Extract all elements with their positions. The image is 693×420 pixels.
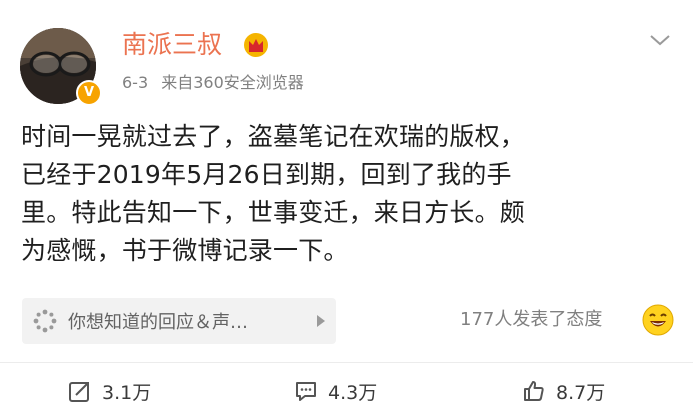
content-line: 为感慨，书于微博记录一下。 — [21, 236, 349, 265]
repost-count: 3.1万 — [102, 381, 152, 404]
attitude-summary[interactable]: 177人发表了态度 — [460, 308, 602, 332]
reaction-prompt-text: 你想知道的回应＆声… — [68, 312, 248, 333]
comment-button[interactable]: 4.3万 — [294, 374, 377, 408]
crown-icon — [244, 33, 268, 57]
like-button[interactable]: 8.7万 — [522, 374, 605, 408]
repost-icon — [69, 382, 89, 402]
content-line: 已经于2019年5月26日到期，回到了我的手 — [21, 160, 512, 189]
reaction-prompt-button[interactable]: 你想知道的回应＆声… — [22, 298, 336, 344]
content-line: 时间一晃就过去了，盗墓笔记在欢瑞的版权， — [21, 122, 526, 151]
post-date: 6-3 — [122, 73, 149, 92]
sparkle-icon — [33, 309, 57, 333]
post-content: 时间一晃就过去了，盗墓笔记在欢瑞的版权， 已经于2019年5月26日到期，回到了… — [21, 118, 681, 270]
repost-button[interactable]: 3.1万 — [68, 374, 151, 408]
verified-badge: V — [76, 80, 102, 106]
like-icon — [524, 381, 544, 401]
content-line: 里。特此告知一下，世事变迁，来日方长。颇 — [21, 198, 526, 227]
smiley-emoji-icon[interactable] — [642, 304, 674, 336]
play-arrow-icon — [317, 315, 325, 327]
username[interactable]: 南派三叔 — [122, 29, 222, 61]
post-meta: 6-3 来自360安全浏览器 — [122, 72, 304, 94]
post-source: 来自360安全浏览器 — [161, 73, 304, 92]
divider — [0, 362, 693, 363]
comment-count: 4.3万 — [328, 381, 378, 404]
comment-icon — [296, 382, 316, 401]
like-count: 8.7万 — [556, 381, 606, 404]
chevron-down-icon[interactable] — [648, 32, 672, 48]
